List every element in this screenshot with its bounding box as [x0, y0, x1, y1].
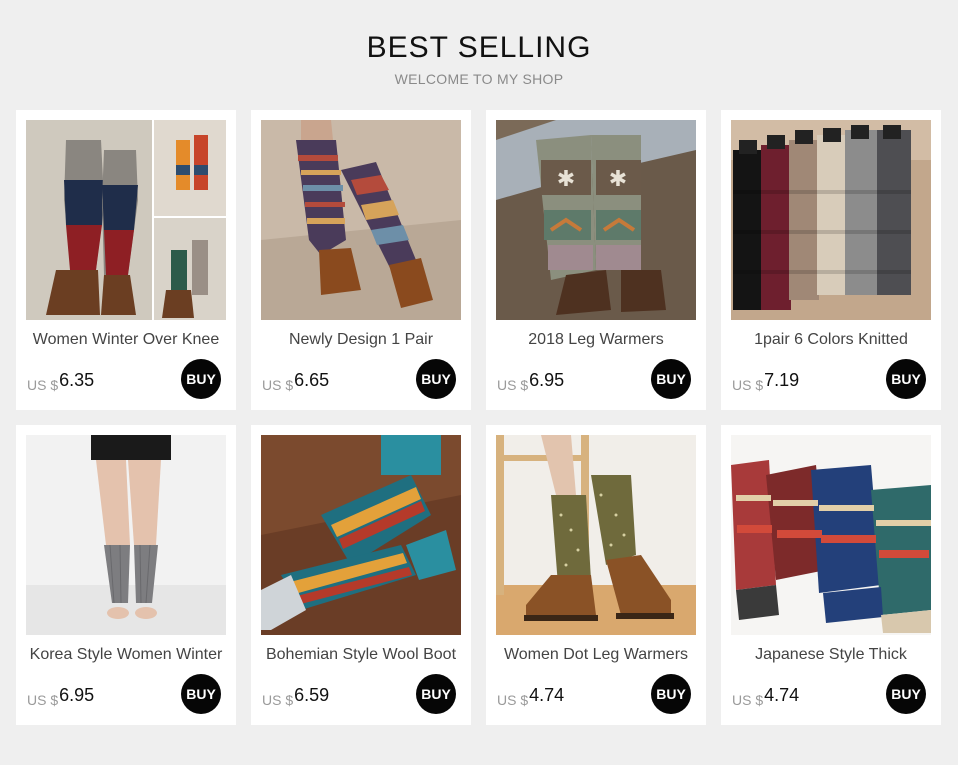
product-card[interactable]: 1pair 6 Colors Knitted US $7.19 BUY: [721, 110, 941, 410]
product-price: US $4.74: [732, 685, 800, 708]
product-card[interactable]: ✱ ✱ 2018 Leg Warmers US $6.95 BUY: [486, 110, 706, 410]
product-name[interactable]: Korea Style Women Winter: [16, 646, 236, 664]
buy-button[interactable]: BUY: [651, 359, 691, 399]
currency-label: US $: [262, 377, 294, 393]
price-value: 6.59: [294, 685, 330, 705]
price-value: 6.35: [59, 370, 95, 390]
product-image[interactable]: [261, 435, 461, 635]
product-image[interactable]: [496, 435, 696, 635]
currency-label: US $: [27, 692, 59, 708]
product-image[interactable]: [26, 120, 226, 320]
buy-button[interactable]: BUY: [416, 674, 456, 714]
section-title: BEST SELLING: [366, 31, 592, 64]
product-name[interactable]: 1pair 6 Colors Knitted: [721, 331, 941, 349]
product-name[interactable]: Bohemian Style Wool Boot: [251, 646, 471, 664]
buy-button[interactable]: BUY: [181, 359, 221, 399]
product-image[interactable]: ✱ ✱: [496, 120, 696, 320]
price-value: 6.95: [529, 370, 565, 390]
price-value: 7.19: [764, 370, 800, 390]
buy-button[interactable]: BUY: [886, 674, 926, 714]
product-price: US $6.95: [27, 685, 95, 708]
product-price: US $7.19: [732, 370, 800, 393]
product-price: US $4.74: [497, 685, 565, 708]
product-card[interactable]: Women Dot Leg Warmers US $4.74 BUY: [486, 425, 706, 725]
buy-button[interactable]: BUY: [886, 359, 926, 399]
product-name[interactable]: Japanese Style Thick: [721, 646, 941, 664]
price-value: 6.65: [294, 370, 330, 390]
product-image[interactable]: [26, 435, 226, 635]
currency-label: US $: [732, 692, 764, 708]
product-price: US $6.35: [27, 370, 95, 393]
currency-label: US $: [497, 692, 529, 708]
buy-button[interactable]: BUY: [651, 674, 691, 714]
price-value: 6.95: [59, 685, 95, 705]
section-subtitle: WELCOME TO MY SHOP: [394, 71, 564, 87]
product-image[interactable]: [731, 435, 931, 635]
product-card[interactable]: Newly Design 1 Pair US $6.65 BUY: [251, 110, 471, 410]
currency-label: US $: [262, 692, 294, 708]
price-value: 4.74: [529, 685, 565, 705]
product-card[interactable]: Japanese Style Thick US $4.74 BUY: [721, 425, 941, 725]
currency-label: US $: [732, 377, 764, 393]
product-card[interactable]: Women Winter Over Knee US $6.35 BUY: [16, 110, 236, 410]
buy-button[interactable]: BUY: [416, 359, 456, 399]
svg-text:✱: ✱: [557, 167, 575, 192]
price-value: 4.74: [764, 685, 800, 705]
buy-button[interactable]: BUY: [181, 674, 221, 714]
product-price: US $6.65: [262, 370, 330, 393]
product-price: US $6.95: [497, 370, 565, 393]
product-name[interactable]: Women Winter Over Knee: [16, 331, 236, 349]
product-card[interactable]: Korea Style Women Winter US $6.95 BUY: [16, 425, 236, 725]
product-image[interactable]: [261, 120, 461, 320]
currency-label: US $: [497, 377, 529, 393]
product-grid: Women Winter Over Knee US $6.35 BUY Newl…: [16, 110, 941, 725]
section-header: BEST SELLING WELCOME TO MY SHOP: [0, 0, 958, 110]
product-name[interactable]: Women Dot Leg Warmers: [486, 646, 706, 664]
product-price: US $6.59: [262, 685, 330, 708]
product-name[interactable]: Newly Design 1 Pair: [251, 331, 471, 349]
product-name[interactable]: 2018 Leg Warmers: [486, 331, 706, 349]
svg-text:✱: ✱: [609, 167, 627, 192]
product-image[interactable]: [731, 120, 931, 320]
currency-label: US $: [27, 377, 59, 393]
product-card[interactable]: Bohemian Style Wool Boot US $6.59 BUY: [251, 425, 471, 725]
